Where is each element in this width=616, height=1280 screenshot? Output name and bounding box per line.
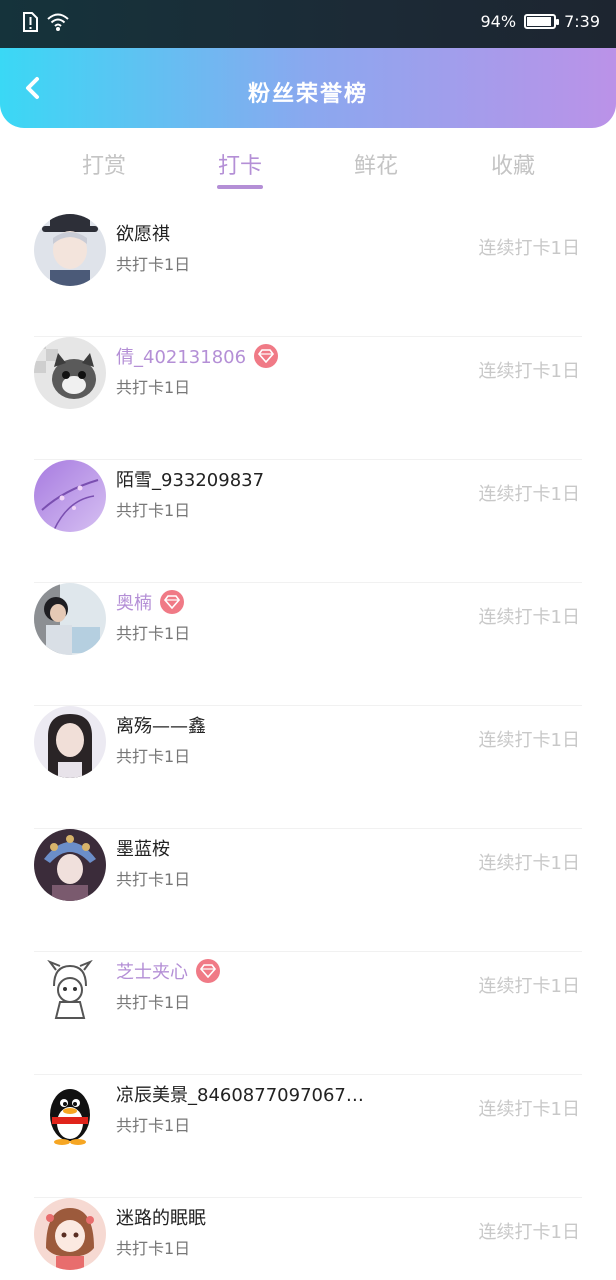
checkin-streak: 连续打卡1日: [478, 730, 580, 751]
tab-label: 打赏: [81, 154, 126, 179]
avatar[interactable]: [34, 706, 106, 778]
avatar[interactable]: [34, 1198, 106, 1270]
status-bar: 94% 7:39: [0, 0, 616, 48]
fan-name-wrap: 离殇——鑫: [116, 711, 206, 739]
fan-name[interactable]: 奥楠: [116, 589, 152, 615]
fan-name[interactable]: 芝士夹心: [116, 958, 188, 984]
fan-row[interactable]: 墨蓝桉 共打卡1日 连续打卡1日: [0, 829, 616, 952]
fan-name[interactable]: 墨蓝桉: [116, 835, 170, 861]
fan-name-wrap: 墨蓝桉: [116, 834, 170, 862]
fan-row[interactable]: 倩_402131806 共打卡1日 连续打卡1日: [0, 337, 616, 460]
checkin-total: 共打卡1日: [116, 747, 191, 766]
tab-checkin[interactable]: 打卡: [180, 148, 300, 189]
checkin-streak: 连续打卡1日: [478, 1099, 580, 1120]
checkin-streak: 连续打卡1日: [478, 1222, 580, 1243]
fan-name[interactable]: 凉辰美景_8460877097067…: [116, 1081, 364, 1107]
fan-name[interactable]: 陌雪_933209837: [116, 466, 264, 492]
checkin-total: 共打卡1日: [116, 501, 191, 520]
fan-name-wrap: 凉辰美景_8460877097067…: [116, 1080, 364, 1108]
fan-name-wrap: 迷路的眠眠: [116, 1203, 206, 1231]
tab-reward[interactable]: 打赏: [44, 148, 164, 180]
checkin-total: 共打卡1日: [116, 1239, 191, 1258]
checkin-streak: 连续打卡1日: [478, 976, 580, 997]
checkin-streak: 连续打卡1日: [478, 361, 580, 382]
checkin-total: 共打卡1日: [116, 870, 191, 889]
checkin-total: 共打卡1日: [116, 378, 191, 397]
tab-active-indicator: [217, 185, 263, 189]
wifi-icon: [46, 12, 70, 36]
avatar[interactable]: [34, 460, 106, 532]
avatar[interactable]: [34, 1075, 106, 1147]
avatar[interactable]: [34, 952, 106, 1024]
fan-name[interactable]: 迷路的眠眠: [116, 1204, 206, 1230]
fan-name-wrap: 倩_402131806: [116, 342, 279, 370]
fan-list[interactable]: 欲愿祺 共打卡1日 连续打卡1日 倩_402131806 共打卡1日 连续打卡1…: [0, 212, 616, 1280]
fan-name[interactable]: 欲愿祺: [116, 220, 170, 246]
checkin-total: 共打卡1日: [116, 1116, 191, 1135]
checkin-streak: 连续打卡1日: [478, 853, 580, 874]
checkin-streak: 连续打卡1日: [478, 484, 580, 505]
avatar[interactable]: [34, 214, 106, 286]
fan-name-wrap: 芝士夹心: [116, 957, 220, 985]
tab-label: 打卡: [217, 154, 262, 179]
fan-row[interactable]: 欲愿祺 共打卡1日 连续打卡1日: [0, 214, 616, 337]
page-title: 粉丝荣誉榜: [247, 82, 368, 107]
fan-name-wrap: 陌雪_933209837: [116, 465, 264, 493]
status-right: 94% 7:39: [481, 12, 601, 31]
battery-icon: [524, 14, 560, 29]
tab-flowers[interactable]: 鲜花: [316, 148, 436, 180]
tab-label: 鲜花: [353, 154, 398, 179]
checkin-total: 共打卡1日: [116, 993, 191, 1012]
avatar[interactable]: [34, 829, 106, 901]
checkin-streak: 连续打卡1日: [478, 238, 580, 259]
tab-bar: 打赏 打卡 鲜花 收藏: [0, 128, 616, 212]
alert-icon: [22, 12, 38, 36]
fan-name[interactable]: 倩_402131806: [116, 343, 246, 369]
status-time: 7:39: [564, 12, 600, 31]
fan-row[interactable]: 离殇——鑫 共打卡1日 连续打卡1日: [0, 706, 616, 829]
fan-name-wrap: 欲愿祺: [116, 219, 170, 247]
tab-favorites[interactable]: 收藏: [453, 148, 573, 180]
diamond-icon: [254, 344, 279, 368]
fan-row[interactable]: 芝士夹心 共打卡1日 连续打卡1日: [0, 952, 616, 1075]
header: 粉丝荣誉榜: [0, 48, 616, 128]
avatar[interactable]: [34, 583, 106, 655]
diamond-icon: [196, 959, 220, 983]
checkin-total: 共打卡1日: [116, 255, 191, 274]
diamond-icon: [160, 590, 184, 614]
tab-label: 收藏: [490, 154, 535, 179]
battery-percent: 94%: [480, 12, 517, 31]
checkin-streak: 连续打卡1日: [478, 607, 580, 628]
status-left: [22, 12, 70, 36]
avatar[interactable]: [34, 337, 106, 409]
checkin-total: 共打卡1日: [116, 624, 191, 643]
fan-row[interactable]: 奥楠 共打卡1日 连续打卡1日: [0, 583, 616, 706]
fan-row[interactable]: 凉辰美景_8460877097067… 共打卡1日 连续打卡1日: [0, 1075, 616, 1198]
fan-name-wrap: 奥楠: [116, 588, 184, 616]
fan-row[interactable]: 陌雪_933209837 共打卡1日 连续打卡1日: [0, 460, 616, 583]
fan-name[interactable]: 离殇——鑫: [116, 712, 206, 738]
fan-row[interactable]: 迷路的眠眠 共打卡1日 连续打卡1日: [0, 1198, 616, 1280]
